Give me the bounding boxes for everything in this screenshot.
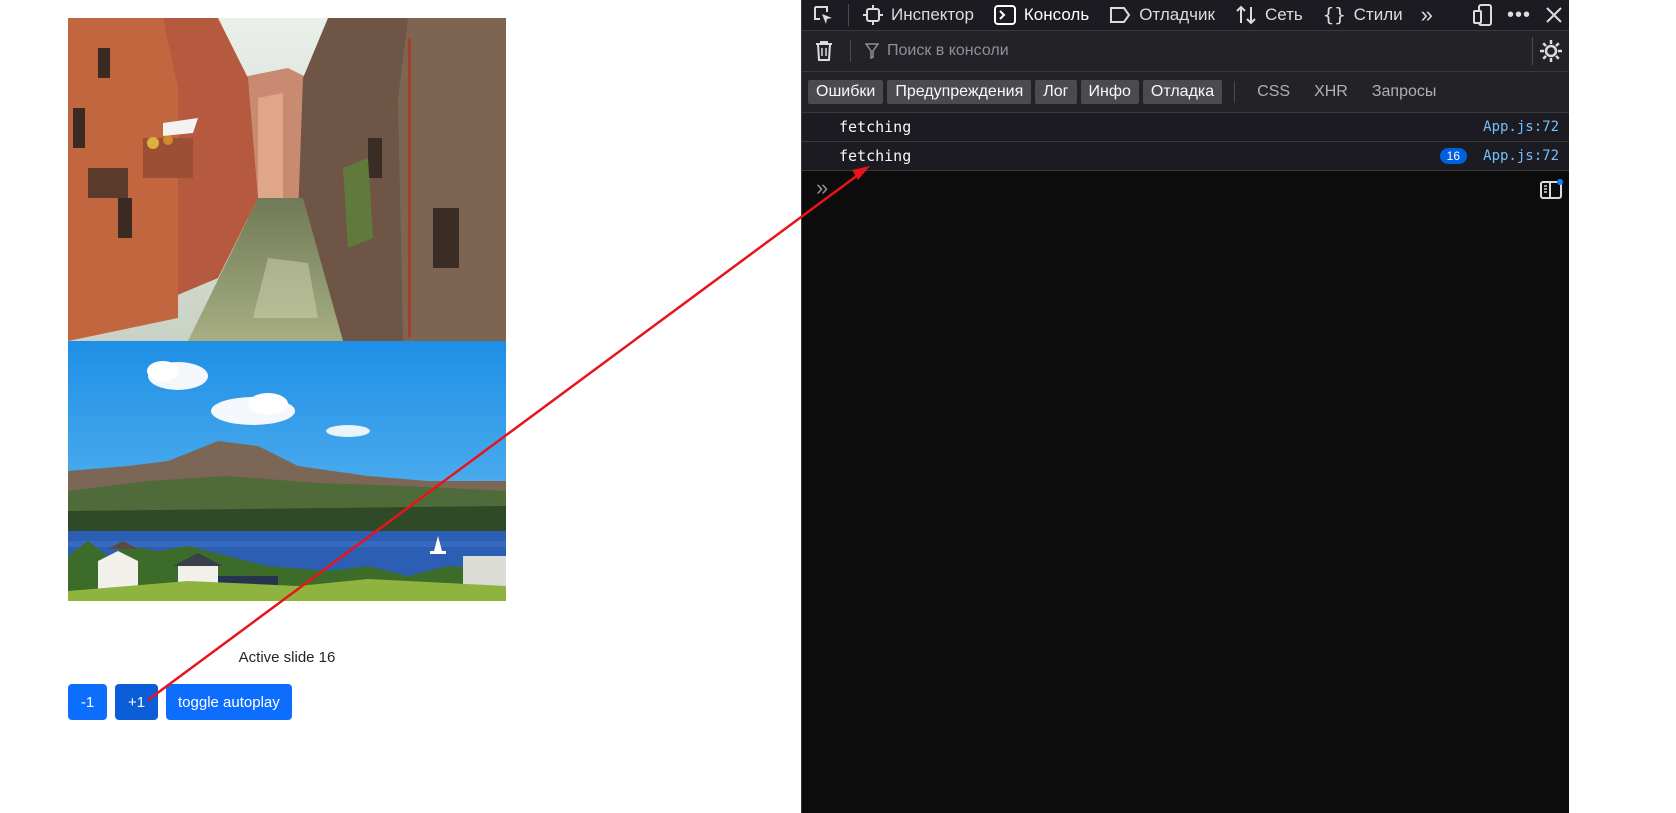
console-filter-input[interactable] <box>885 35 1489 67</box>
prev-slide-button[interactable]: -1 <box>68 684 107 720</box>
tab-network-label: Сеть <box>1264 5 1303 24</box>
tab-style-editor[interactable]: {} Стили <box>1313 0 1413 30</box>
more-options-icon[interactable]: ••• <box>1507 4 1531 27</box>
tab-debugger[interactable]: Отладчик <box>1099 0 1225 30</box>
element-picker-icon[interactable] <box>802 4 844 26</box>
devtools-panel: Инспектор Консоль Отладчик Сеть {} Стили… <box>801 0 1569 813</box>
settings-separator <box>1532 37 1533 65</box>
filter-warnings-button[interactable]: Предупреждения <box>887 80 1032 104</box>
console-icon <box>993 5 1016 25</box>
editor-mode-toggle-icon[interactable] <box>1539 179 1563 206</box>
tab-style-editor-label: Стили <box>1353 5 1403 24</box>
filter-funnel-icon <box>855 43 885 59</box>
console-prompt-chevron-icon: » <box>816 175 829 200</box>
filter-errors-button[interactable]: Ошибки <box>808 80 884 104</box>
close-icon[interactable] <box>1545 6 1563 24</box>
tab-inspector[interactable]: Инспектор <box>853 0 984 30</box>
style-editor-icon: {} <box>1322 4 1346 26</box>
console-settings-gear-icon[interactable] <box>1539 39 1563 68</box>
tab-console-label: Консоль <box>1023 5 1090 24</box>
filter-requests-button[interactable]: Запросы <box>1362 83 1447 101</box>
devtools-tab-bar: Инспектор Консоль Отладчик Сеть {} Стили… <box>802 0 1569 31</box>
console-message-text: fetching <box>839 147 912 165</box>
page: Active slide 16 -1 +1 toggle autoplay Ин <box>0 0 1676 813</box>
filter-info-button[interactable]: Инфо <box>1080 80 1139 104</box>
console-toolbar <box>802 31 1569 72</box>
tab-console[interactable]: Консоль <box>984 0 1099 30</box>
debugger-icon <box>1110 7 1131 23</box>
console-source-link[interactable]: App.js:72 <box>1483 148 1559 164</box>
tab-debugger-label: Отладчик <box>1139 5 1215 24</box>
image-slider <box>68 18 506 601</box>
active-slide-label: Active slide 16 <box>238 649 336 666</box>
log-level-filters: Ошибки Предупреждения Лог Инфо Отладка C… <box>802 72 1569 113</box>
filter-xhr-button[interactable]: XHR <box>1304 83 1358 101</box>
repeat-count-badge: 16 <box>1439 148 1467 164</box>
levels-separator <box>1234 81 1236 103</box>
filter-debug-button[interactable]: Отладка <box>1142 80 1223 104</box>
network-icon <box>1236 5 1256 25</box>
responsive-design-icon[interactable] <box>1472 4 1493 26</box>
tab-network[interactable]: Сеть <box>1225 0 1313 30</box>
console-message-text: fetching <box>839 118 912 136</box>
filter-css-button[interactable]: CSS <box>1247 83 1300 101</box>
tab-separator <box>848 4 849 26</box>
console-input-row[interactable]: » <box>802 171 1569 207</box>
filter-log-button[interactable]: Лог <box>1035 80 1077 104</box>
clear-console-trash-icon[interactable] <box>802 40 846 62</box>
slide-image-lake <box>68 341 506 601</box>
console-message-row: fetching App.js:72 <box>802 113 1569 142</box>
next-slide-button[interactable]: +1 <box>115 684 158 720</box>
devtools-window-controls: ••• <box>1472 0 1563 30</box>
console-source-link[interactable]: App.js:72 <box>1483 119 1559 135</box>
inspector-icon <box>863 5 883 25</box>
slider-controls: -1 +1 toggle autoplay <box>68 684 292 720</box>
toolbar-separator <box>850 40 851 62</box>
toggle-autoplay-button[interactable]: toggle autoplay <box>166 684 292 720</box>
console-message-row: fetching 16 App.js:72 <box>802 142 1569 171</box>
more-tabs-chevron-icon[interactable]: » <box>1413 2 1441 28</box>
slide-image-canal <box>68 18 506 341</box>
tab-inspector-label: Инспектор <box>891 5 974 24</box>
